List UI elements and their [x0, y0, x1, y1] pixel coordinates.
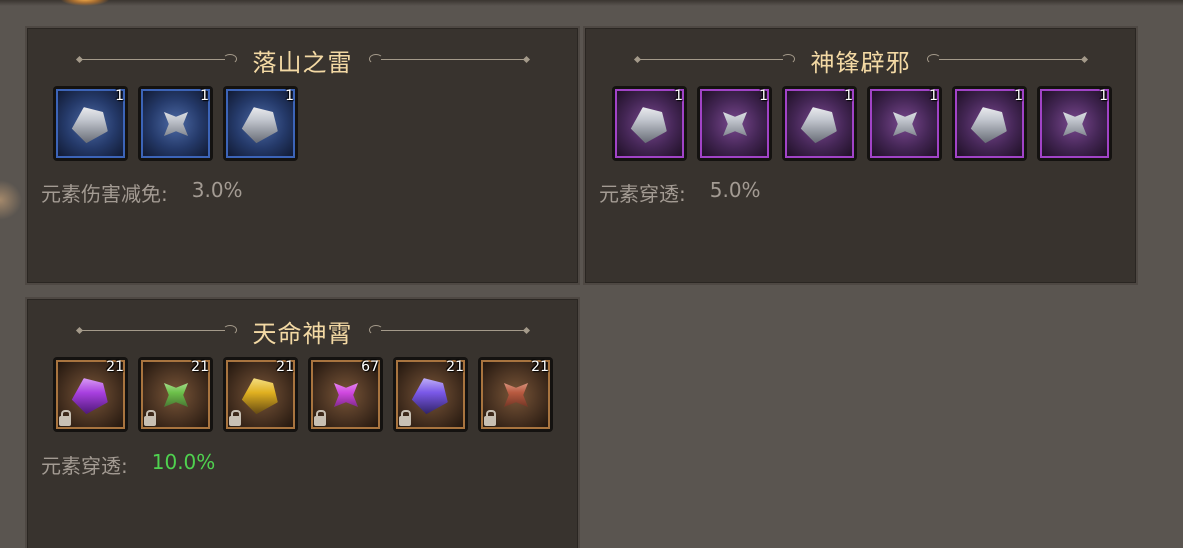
set-panel-shenfeng: 神锋辟邪 1 1 1 1 1 1 元素穿透: 5.0% — [583, 26, 1138, 285]
stat-value: 10.0% — [151, 450, 216, 474]
equipment-slot[interactable]: 1 — [697, 86, 772, 161]
equipment-slot[interactable]: 1 — [223, 86, 298, 161]
stat-label: 元素伤害减免: — [41, 182, 168, 206]
item-count: 67 — [361, 359, 379, 375]
item-count: 21 — [531, 359, 549, 375]
item-count: 1 — [200, 88, 209, 104]
set-title: 神锋辟邪 — [810, 48, 911, 77]
item-count: 1 — [1099, 88, 1108, 104]
set-item-list: 21 21 21 67 21 21 — [53, 357, 553, 432]
equipment-slot[interactable]: 21 — [393, 357, 468, 432]
set-item-list: 1 1 1 1 1 1 — [612, 86, 1112, 161]
item-count: 1 — [115, 88, 124, 104]
title-ornament-left-icon — [633, 50, 797, 70]
item-count: 21 — [106, 359, 124, 375]
item-count: 1 — [674, 88, 683, 104]
stat-value: 5.0% — [709, 178, 761, 202]
equipment-slot[interactable]: 1 — [952, 86, 1027, 161]
stat-label: 元素穿透: — [41, 454, 128, 478]
set-title-row: 神锋辟邪 — [585, 42, 1136, 78]
set-panel-tianming: 天命神霄 21 21 21 67 21 21 元素穿透: 10.0% — [25, 297, 580, 548]
set-bonus-stat: 元素伤害减免: 3.0% — [41, 178, 243, 207]
title-ornament-right-icon — [367, 321, 530, 341]
item-count: 21 — [446, 359, 464, 375]
item-count: 21 — [276, 359, 294, 375]
side-glow-decoration — [0, 180, 22, 220]
equipment-slot[interactable]: 21 — [138, 357, 213, 432]
top-edge — [0, 0, 1183, 6]
equipment-slot[interactable]: 21 — [223, 357, 298, 432]
item-count: 1 — [929, 88, 938, 104]
equipment-slot[interactable]: 1 — [1037, 86, 1112, 161]
set-title-row: 天命神霄 — [27, 313, 578, 349]
set-bonus-stat: 元素穿透: 5.0% — [599, 178, 761, 207]
equipment-slot[interactable]: 67 — [308, 357, 383, 432]
set-title-row: 落山之雷 — [27, 42, 578, 78]
lock-icon — [59, 410, 71, 426]
item-count: 1 — [1014, 88, 1023, 104]
lock-icon — [314, 410, 326, 426]
item-count: 1 — [844, 88, 853, 104]
title-ornament-left-icon — [75, 50, 239, 70]
item-count: 1 — [759, 88, 768, 104]
equipment-slot[interactable]: 21 — [478, 357, 553, 432]
equipment-slot[interactable]: 1 — [612, 86, 687, 161]
set-title: 天命神霄 — [252, 319, 353, 348]
stat-label: 元素穿透: — [599, 182, 686, 206]
set-title: 落山之雷 — [252, 48, 353, 77]
equipment-slot[interactable]: 1 — [53, 86, 128, 161]
set-bonus-stat: 元素穿透: 10.0% — [41, 450, 215, 479]
title-ornament-right-icon — [367, 50, 530, 70]
title-ornament-left-icon — [75, 321, 239, 341]
item-count: 1 — [285, 88, 294, 104]
equipment-slot[interactable]: 21 — [53, 357, 128, 432]
item-count: 21 — [191, 359, 209, 375]
equipment-slot[interactable]: 1 — [782, 86, 857, 161]
lock-icon — [229, 410, 241, 426]
set-panel-luoshan: 落山之雷 1 1 1 元素伤害减免: 3.0% — [25, 26, 580, 285]
stat-value: 3.0% — [191, 178, 243, 202]
lock-icon — [399, 410, 411, 426]
lock-icon — [484, 410, 496, 426]
set-item-list: 1 1 1 — [53, 86, 298, 161]
equipment-slot[interactable]: 1 — [138, 86, 213, 161]
title-ornament-right-icon — [925, 50, 1088, 70]
equipment-slot[interactable]: 1 — [867, 86, 942, 161]
lock-icon — [144, 410, 156, 426]
